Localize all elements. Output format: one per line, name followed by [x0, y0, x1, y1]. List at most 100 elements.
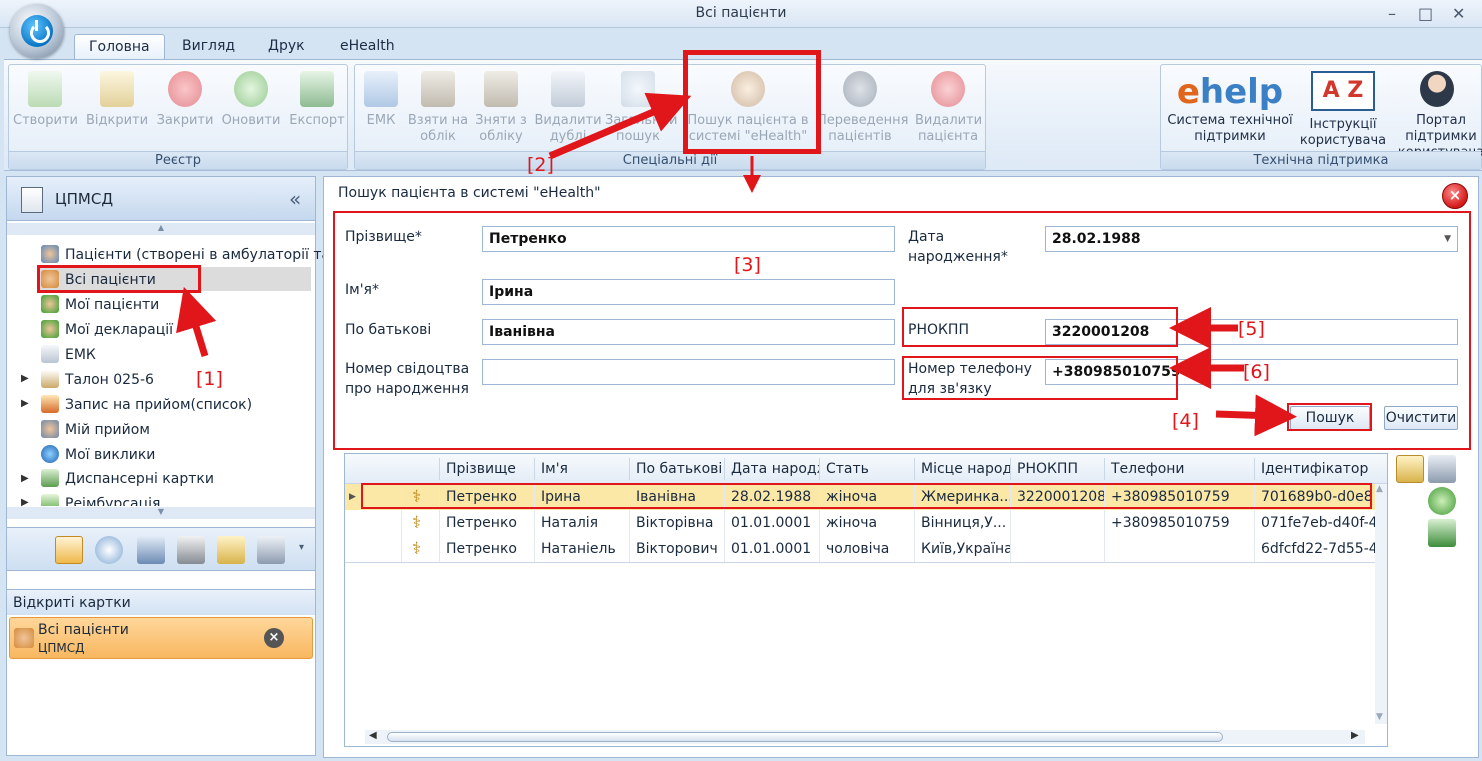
column-header-birth-place[interactable]: Місце народ	[914, 458, 1010, 480]
tools-settings-icon[interactable]	[1428, 455, 1456, 483]
column-header-name[interactable]: Ім'я	[534, 458, 629, 480]
schedule-clock-icon[interactable]	[95, 536, 123, 564]
vertical-scrollbar[interactable]: ▲ ▼	[1375, 484, 1387, 724]
panel-title: Пошук пацієнта в системі "eHealth"	[338, 185, 601, 201]
annotation-label-4: [4]	[1172, 410, 1199, 432]
dropdown-arrow-icon[interactable]: ▼	[1444, 227, 1451, 251]
tab-print[interactable]: Друк	[254, 34, 319, 60]
cell-phones: +380985010759	[1104, 484, 1254, 510]
general-search-button[interactable]: Загальний пошук	[605, 71, 677, 145]
table-row[interactable]: ⚕ Петренко Натаніель Вікторович 01.01.00…	[345, 536, 1375, 562]
cell-rnokpp	[1010, 536, 1104, 562]
name-field[interactable]: Ірина	[482, 279, 895, 305]
tab-home[interactable]: Головна	[74, 34, 165, 60]
search-button[interactable]: Пошук	[1290, 406, 1370, 430]
link-icon[interactable]	[1428, 487, 1456, 515]
column-header-ehealth-id[interactable]: Ідентифікатор в	[1254, 458, 1374, 480]
nav-item-my-calls[interactable]: Мої виклики	[41, 443, 155, 467]
registry-view-icon[interactable]	[55, 536, 83, 564]
scroll-thumb[interactable]	[387, 732, 1223, 742]
column-header-phones[interactable]: Телефони	[1104, 458, 1254, 480]
surname-field[interactable]: Петренко	[482, 226, 895, 252]
close-card-icon[interactable]: ×	[264, 628, 284, 648]
close-icon	[168, 71, 202, 107]
nav-item-emk[interactable]: ЕМК	[41, 343, 96, 367]
scroll-down-arrow-icon[interactable]: ▼	[1376, 712, 1383, 722]
cell-birth-place: Жмеринка...	[914, 484, 1010, 510]
scroll-up-indicator[interactable]: ▲	[7, 223, 315, 235]
nav-item-my-declarations[interactable]: Мої декларації	[41, 318, 173, 342]
open-record-icon[interactable]	[1396, 455, 1424, 483]
caduceus-icon: ⚕	[401, 536, 439, 562]
close-button[interactable]: Закрити	[153, 71, 217, 129]
scroll-up-arrow-icon[interactable]: ▲	[1376, 484, 1383, 494]
toolbar-overflow-icon[interactable]: ▾	[299, 542, 304, 553]
column-header-rnokpp[interactable]: РНОКПП	[1010, 458, 1104, 480]
export-grid-icon[interactable]	[1428, 519, 1456, 547]
patronymic-field[interactable]: Іванівна	[482, 319, 895, 345]
birth-cert-field[interactable]	[482, 359, 895, 385]
collapse-panel-icon[interactable]: «	[289, 187, 301, 211]
cell-name: Натаніель	[534, 536, 629, 562]
cell-birth-date: 01.01.0001	[724, 510, 819, 536]
scroll-left-arrow-icon[interactable]: ◀	[369, 730, 377, 741]
column-header-surname[interactable]: Прізвище	[439, 458, 534, 480]
table-row[interactable]: ▶ ⚕ Петренко Ірина Іванівна 28.02.1988 ж…	[345, 484, 1375, 510]
patients-created-icon	[41, 245, 59, 263]
create-button[interactable]: Створити	[13, 71, 78, 129]
delete-duplicates-button[interactable]: Видалити дублі	[533, 71, 603, 145]
expand-arrow-icon[interactable]: ▶	[21, 373, 29, 384]
nav-item-all-patients[interactable]: Всі пацієнти	[41, 268, 156, 292]
clear-button[interactable]: Очистити	[1384, 406, 1458, 430]
scroll-down-indicator[interactable]: ▼	[7, 507, 315, 519]
documents-icon[interactable]	[257, 536, 285, 564]
horizontal-scrollbar[interactable]: ◀ ▶	[365, 730, 1365, 744]
phone-label-line1: Номер телефону	[908, 361, 1032, 377]
cell-rnokpp	[1010, 510, 1104, 536]
cell-gender: жіноча	[819, 510, 914, 536]
delete-patient-button[interactable]: Видалити пацієнта	[915, 71, 982, 145]
tab-ehealth[interactable]: eHealth	[326, 34, 409, 60]
user-instructions-button[interactable]: A Z Інструкції користувача	[1299, 71, 1387, 149]
nav-item-reimbursement[interactable]: Реімбурсація	[41, 492, 160, 506]
transfer-patients-button[interactable]: Переведення пацієнтів	[817, 71, 909, 145]
caduceus-icon: ⚕	[401, 510, 439, 536]
scroll-right-arrow-icon[interactable]: ▶	[1351, 730, 1359, 741]
remove-account-button[interactable]: Зняти з обліку	[471, 71, 531, 145]
emk-button[interactable]: ЕМК	[359, 71, 403, 129]
minimize-button[interactable]: –	[1388, 4, 1396, 23]
refresh-icon	[234, 71, 268, 107]
nav-item-patients-created[interactable]: Пацієнти (створені в амбулаторії та	[41, 243, 330, 267]
maximize-button[interactable]: □	[1418, 4, 1433, 23]
column-header-patronymic[interactable]: По батькові	[629, 458, 724, 480]
birth-date-field[interactable]: 28.02.1988 ▼	[1045, 226, 1458, 252]
expand-arrow-icon[interactable]: ▶	[21, 473, 29, 484]
my-patients-icon	[41, 295, 59, 313]
close-panel-icon[interactable]: ×	[1442, 183, 1468, 209]
hospital-icon[interactable]	[137, 536, 165, 564]
nav-item-dispensary-cards[interactable]: Диспансерні картки	[41, 467, 214, 491]
column-header-birth-date[interactable]: Дата народж	[724, 458, 819, 480]
tech-support-system-button[interactable]: ehelp Система технічної підтримки	[1163, 71, 1297, 145]
phone-label-line2: для зв'язку	[908, 381, 992, 397]
nav-item-talon[interactable]: Талон 025-6	[41, 368, 154, 392]
tab-view[interactable]: Вигляд	[168, 34, 249, 60]
nav-item-my-patients[interactable]: Мої пацієнти	[41, 293, 159, 317]
open-card-all-patients[interactable]: Всі пацієнти ЦПМСД ×	[9, 617, 313, 659]
column-header-gender[interactable]: Стать	[819, 458, 914, 480]
support-portal-button[interactable]: Портал підтримки користувача	[1391, 71, 1482, 161]
refresh-button[interactable]: Оновити	[219, 71, 283, 129]
folder-book-icon[interactable]	[217, 536, 245, 564]
export-button[interactable]: Експорт	[285, 71, 349, 129]
nav-item-my-reception[interactable]: Мій прийом	[41, 418, 150, 442]
table-row[interactable]: ⚕ Петренко Наталія Вікторівна 01.01.0001…	[345, 510, 1375, 536]
ehealth-search-panel: Пошук пацієнта в системі "eHealth" × Прі…	[323, 176, 1479, 758]
app-menu-orb-icon[interactable]	[10, 4, 64, 58]
open-button[interactable]: Відкрити	[85, 71, 149, 129]
ehealth-search-button[interactable]: Пошук пацієнта в системі "eHealth"	[685, 71, 811, 145]
expand-arrow-icon[interactable]: ▶	[21, 398, 29, 409]
take-account-button[interactable]: Взяти на облік	[407, 71, 469, 145]
archive-icon[interactable]	[177, 536, 205, 564]
close-window-button[interactable]: ✕	[1452, 4, 1465, 23]
nav-item-appointment-list[interactable]: Запис на прийом(список)	[41, 393, 252, 417]
